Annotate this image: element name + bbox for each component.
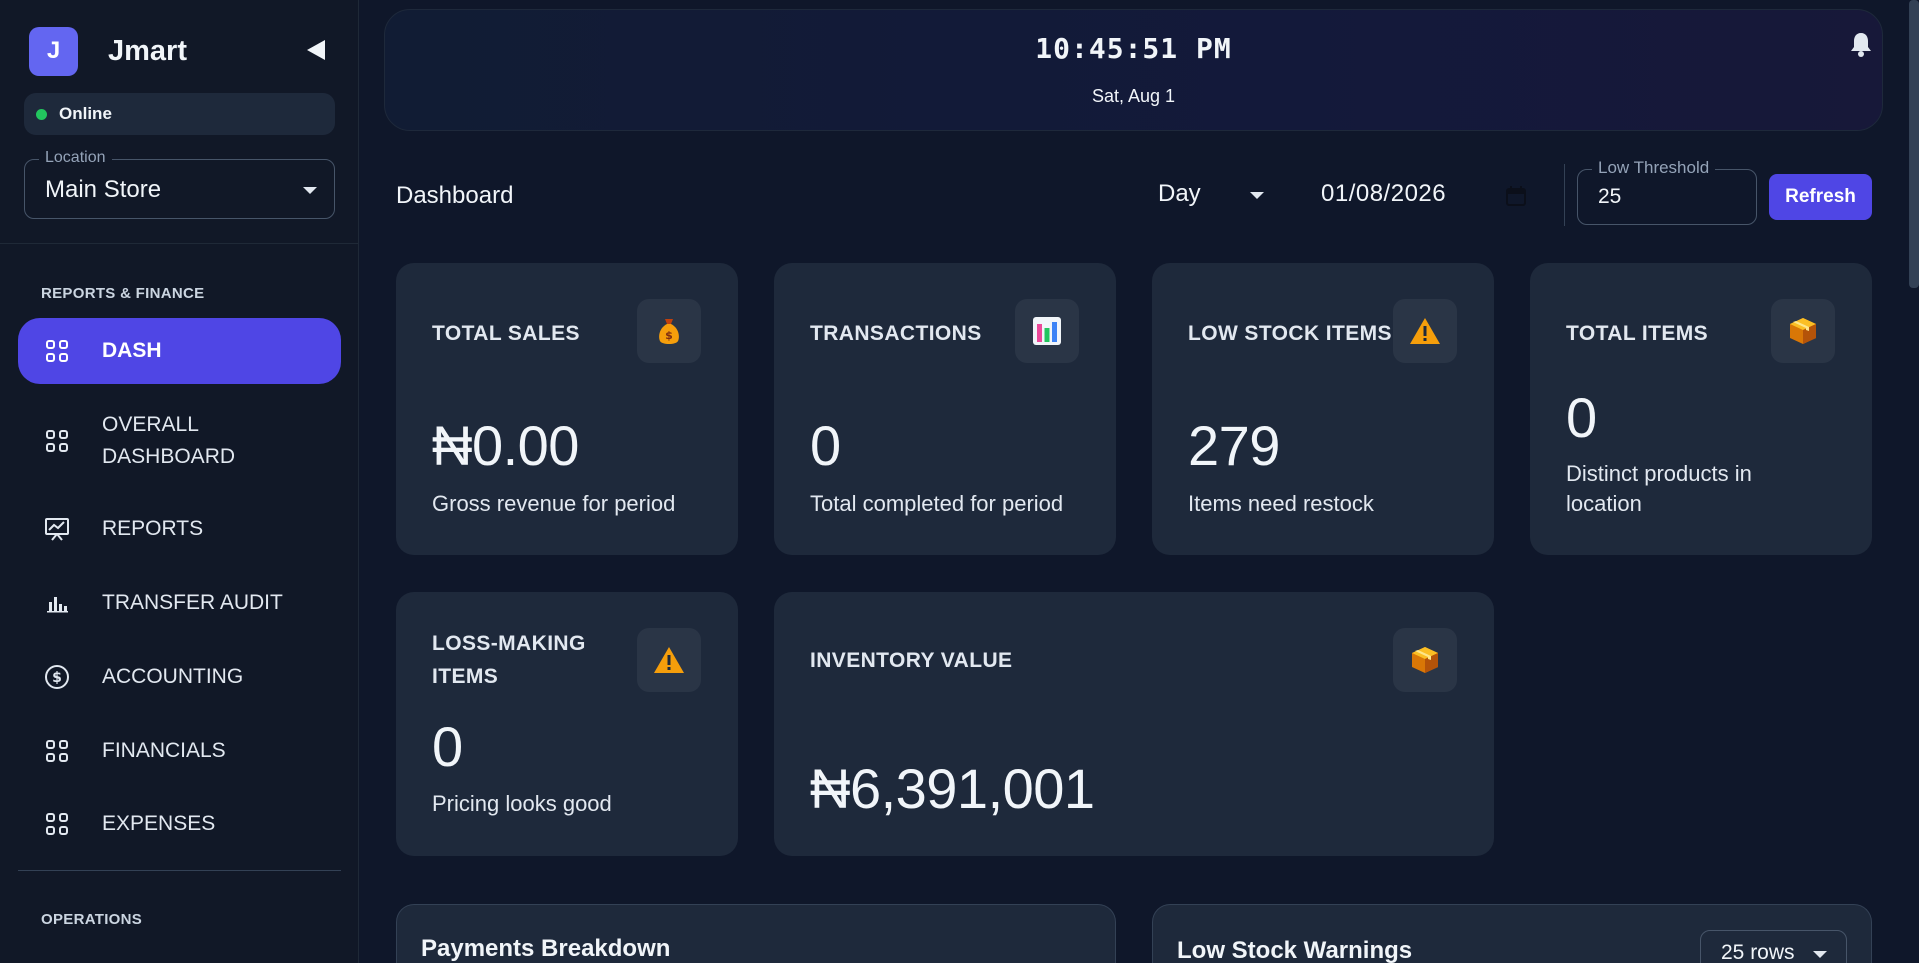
payments-breakdown-panel: Payments Breakdown <box>396 904 1116 963</box>
chevron-down-icon <box>1250 192 1264 199</box>
sidebar-item-transfer-audit[interactable]: TRANSFER AUDIT <box>18 570 341 636</box>
grid-icon <box>43 737 71 765</box>
divider <box>0 243 359 244</box>
sidebar-item-overall-dashboard[interactable]: OVERALL DASHBOARD <box>18 408 341 474</box>
sidebar-item-label: TRANSFER AUDIT <box>102 591 283 614</box>
loss-making-items-card: LOSS-MAKING ITEMS 0 Pricing looks good <box>396 592 738 856</box>
sidebar-item-financials[interactable]: FINANCIALS <box>18 718 341 784</box>
card-value: ₦6,391,001 <box>810 757 1095 820</box>
dollar-circle-icon: $ <box>43 663 71 691</box>
sidebar-item-reports[interactable]: REPORTS <box>18 496 341 562</box>
calendar-icon[interactable] <box>1506 186 1526 206</box>
card-subtitle: Distinct products in location <box>1566 459 1752 519</box>
bar-chart-icon <box>43 589 71 617</box>
card-title: LOSS-MAKING ITEMS <box>432 627 586 693</box>
sidebar-item-dash[interactable]: DASH <box>18 318 341 384</box>
total-sales-card: TOTAL SALES $ ₦0.00 Gross revenue for pe… <box>396 263 738 555</box>
sidebar-item-label: DASH <box>102 339 162 362</box>
location-select[interactable]: Location Main Store <box>24 149 335 219</box>
status-dot-icon <box>36 108 47 120</box>
panel-title: Payments Breakdown <box>421 935 671 962</box>
money-bag-icon: $ <box>637 299 701 363</box>
inventory-value-card: INVENTORY VALUE ₦6,391,001 <box>774 592 1494 856</box>
section-title-reports-finance: REPORTS & FINANCE <box>41 285 205 302</box>
card-title: TOTAL SALES <box>432 322 580 345</box>
clock-date: Sat, Aug 1 <box>1091 86 1176 106</box>
brand[interactable]: J Jmart <box>29 26 187 76</box>
card-subtitle: Total completed for period <box>810 491 1064 516</box>
card-subtitle-line: location <box>1566 491 1642 516</box>
svg-text:$: $ <box>52 670 62 686</box>
triangle-left-icon <box>307 40 325 60</box>
page-scrollbar[interactable] <box>1909 0 1919 288</box>
grid-icon <box>43 810 71 838</box>
sidebar-item-accounting[interactable]: $ ACCOUNTING <box>18 644 341 710</box>
clock-panel: 10:45:51 PM Sat, Aug 1 <box>384 9 1883 131</box>
panel-title: Low Stock Warnings <box>1177 937 1413 963</box>
package-icon <box>1393 628 1457 692</box>
card-title-line: LOSS-MAKING <box>432 632 586 655</box>
brand-logo: J <box>29 26 78 76</box>
sidebar: J Jmart Online Location Main Store REPOR… <box>0 0 359 963</box>
card-value: ₦0.00 <box>432 414 579 477</box>
card-subtitle: Pricing looks good <box>432 791 612 816</box>
divider <box>1564 164 1565 226</box>
sidebar-item-label: FINANCIALS <box>102 739 226 762</box>
chevron-down-icon <box>1813 951 1827 958</box>
status-badge: Online <box>24 93 335 135</box>
location-label: Location <box>39 149 112 167</box>
grid-icon <box>43 337 71 365</box>
package-icon <box>1771 299 1835 363</box>
sidebar-item-expenses[interactable]: EXPENSES <box>18 791 341 857</box>
clock-time: 10:45:51 PM <box>1035 32 1232 65</box>
low-stock-items-card: LOW STOCK ITEMS 279 Items need restock <box>1152 263 1494 555</box>
card-value: 0 <box>810 414 841 477</box>
rows-per-page-value: 25 rows <box>1721 941 1795 963</box>
card-value: 0 <box>1566 386 1597 449</box>
sidebar-item-label: REPORTS <box>102 517 204 540</box>
grid-icon <box>43 427 71 455</box>
section-title-operations: OPERATIONS <box>41 911 143 928</box>
period-value: Day <box>1158 180 1201 207</box>
card-value: 279 <box>1188 414 1280 477</box>
transactions-card: TRANSACTIONS 0 Total completed for perio… <box>774 263 1116 555</box>
total-items-card: TOTAL ITEMS 0 Distinct products in locat… <box>1530 263 1872 555</box>
period-select[interactable]: Day <box>1158 180 1264 208</box>
card-subtitle-line: Distinct products in <box>1566 461 1752 486</box>
bar-chart-icon <box>1015 299 1079 363</box>
status-label: Online <box>59 104 112 123</box>
sidebar-item-label: ACCOUNTING <box>102 665 244 688</box>
card-subtitle: Items need restock <box>1188 491 1374 516</box>
page-title: Dashboard <box>396 182 514 209</box>
date-input[interactable]: 01/08/2026 <box>1321 180 1446 208</box>
sidebar-item-label-line: OVERALL <box>102 413 199 436</box>
divider <box>18 870 341 871</box>
low-threshold-input[interactable]: Low Threshold 25 <box>1577 158 1757 225</box>
presentation-chart-icon <box>43 515 71 543</box>
card-title: INVENTORY VALUE <box>810 649 1013 672</box>
card-subtitle: Gross revenue for period <box>432 491 676 516</box>
rows-per-page-select[interactable]: 25 rows <box>1700 930 1847 963</box>
low-threshold-label: Low Threshold <box>1592 158 1716 178</box>
refresh-button[interactable]: Refresh <box>1769 174 1872 220</box>
card-title-line: ITEMS <box>432 665 499 688</box>
sidebar-item-label: OVERALL DASHBOARD <box>102 409 235 473</box>
card-title: TRANSACTIONS <box>810 322 982 345</box>
sidebar-item-label-line: DASHBOARD <box>102 445 236 468</box>
card-title: LOW STOCK ITEMS <box>1188 322 1392 345</box>
collapse-sidebar-button[interactable] <box>304 36 328 64</box>
warning-icon <box>637 628 701 692</box>
sidebar-item-label: EXPENSES <box>102 812 216 835</box>
notifications-bell-icon[interactable] <box>1848 30 1874 58</box>
card-title: TOTAL ITEMS <box>1566 322 1709 345</box>
brand-name: Jmart <box>108 34 187 67</box>
location-value: Main Store <box>45 176 162 203</box>
svg-text:$: $ <box>665 329 673 342</box>
chevron-down-icon <box>303 187 317 194</box>
card-value: 0 <box>432 715 463 778</box>
low-threshold-value: 25 <box>1598 185 1622 208</box>
warning-icon <box>1393 299 1457 363</box>
